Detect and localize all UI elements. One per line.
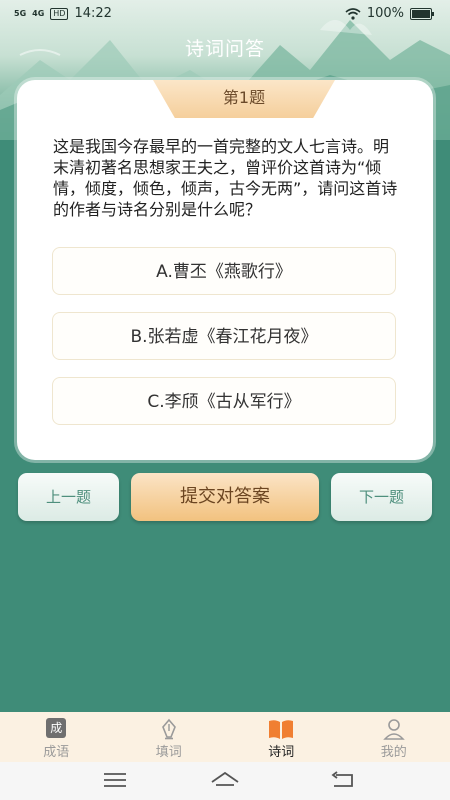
- open-book-icon: [269, 720, 294, 739]
- fountain-pen-icon: [161, 718, 176, 740]
- back-icon[interactable]: [328, 770, 358, 790]
- submit-answer-button[interactable]: 提交对答案: [131, 473, 319, 521]
- clock: 14:22: [74, 6, 112, 21]
- user-icon: [382, 719, 405, 740]
- menu-icon[interactable]: [100, 770, 130, 790]
- tab-idiom[interactable]: 成 成语: [0, 712, 113, 762]
- tab-poetry[interactable]: 诗词: [225, 712, 338, 762]
- prev-question-button[interactable]: 上一题: [18, 473, 119, 521]
- system-navigation-bar: [0, 762, 450, 800]
- signal-4g-indicator: 4G: [32, 9, 45, 18]
- question-card: 第1题 这是我国今存最早的一首完整的文人七言诗。明末清初著名思想家王夫之，曾评价…: [17, 80, 433, 460]
- question-number-tab: 第1题: [153, 80, 335, 118]
- bottom-tab-bar: 成 成语 填词 诗词 我的: [0, 712, 450, 762]
- idiom-icon: 成: [46, 718, 67, 738]
- option-c[interactable]: C.李颀《古从军行》: [52, 377, 396, 425]
- tab-profile[interactable]: 我的: [338, 712, 450, 762]
- page-title: 诗词问答: [184, 38, 265, 60]
- tab-label: 我的: [380, 745, 407, 760]
- tab-fill-words[interactable]: 填词: [113, 712, 226, 762]
- status-bar: 5G 4G HD 14:22 100%: [0, 0, 450, 28]
- hd-badge: HD: [50, 7, 69, 20]
- option-a[interactable]: A.曹丕《燕歌行》: [52, 247, 396, 295]
- battery-icon: [410, 7, 434, 20]
- tab-label: 填词: [155, 745, 182, 760]
- question-text: 这是我国今存最早的一首完整的文人七言诗。明末清初著名思想家王夫之，曾评价这首诗为…: [53, 137, 398, 219]
- tab-label: 诗词: [268, 745, 295, 760]
- option-b[interactable]: B.张若虚《春江花月夜》: [52, 312, 396, 360]
- wifi-icon: [345, 7, 361, 20]
- next-question-button[interactable]: 下一题: [331, 473, 432, 521]
- home-icon[interactable]: [210, 770, 240, 790]
- tab-label: 成语: [43, 745, 70, 760]
- signal-5g-indicator: 5G: [14, 9, 27, 18]
- battery-fill: [412, 9, 430, 18]
- battery-percent: 100%: [366, 6, 404, 21]
